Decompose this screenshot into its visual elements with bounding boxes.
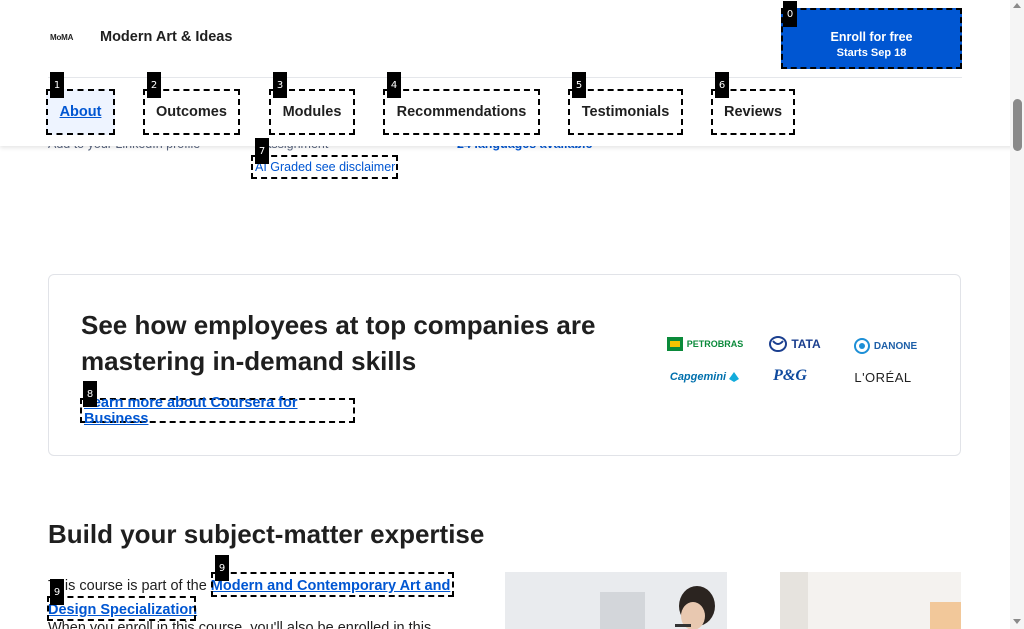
moma-logo: MoMA <box>50 33 74 42</box>
course-title: Modern Art & Ideas <box>100 29 233 45</box>
danone-logo-text: DANONE <box>873 340 918 352</box>
enroll-note-text: When you enroll in this course, you'll a… <box>48 620 432 629</box>
loreal-logo: L'ORÉAL <box>838 366 928 388</box>
course-page: Add to your LinkedIn profile 1 assignmen… <box>0 0 1024 629</box>
danone-mark-icon <box>853 338 870 354</box>
marker-badge-8: 8 <box>83 381 97 407</box>
enroll-button-label: Enroll for free <box>830 30 913 44</box>
marker-badge-9b: 9 <box>50 579 64 605</box>
secondary-photo-image <box>780 572 961 629</box>
tab-outcomes-label: Outcomes <box>156 104 227 120</box>
capgemini-spade-icon <box>729 372 740 382</box>
tab-about-label: About <box>59 104 102 120</box>
danone-logo: DANONE <box>840 335 930 357</box>
marker-badge-2: 2 <box>147 72 161 98</box>
specialization-intro: This course is part of the <box>48 578 211 594</box>
tata-logo: TATA <box>750 333 840 355</box>
scroll-up-arrow-icon[interactable] <box>1013 3 1021 8</box>
marker-badge-5: 5 <box>572 72 586 98</box>
ai-graded-disclaimer-link[interactable]: AI Graded see disclaimer <box>251 155 398 179</box>
tab-recommendations-label: Recommendations <box>396 104 527 120</box>
capgemini-logo-text: Capgemini <box>669 371 727 383</box>
scrollbar-thumb[interactable] <box>1013 99 1022 151</box>
marker-badge-4: 4 <box>387 72 401 98</box>
capgemini-logo: Capgemini <box>660 366 750 388</box>
petrobras-logo-text: PETROBRAS <box>686 339 744 349</box>
marker-badge-9a: 9 <box>215 555 229 581</box>
marker-badge-3: 3 <box>273 72 287 98</box>
enroll-start-date: Starts Sep 18 <box>836 47 907 59</box>
page-scrollbar[interactable] <box>1010 0 1024 629</box>
business-link-label: Learn more about Coursera for Business <box>84 394 298 427</box>
pg-logo-text: P&G <box>773 367 807 384</box>
specialization-link-outline-2 <box>47 596 196 621</box>
tab-recommendations[interactable]: Recommendations <box>383 89 540 135</box>
header-divider <box>48 77 962 78</box>
learner-photo <box>505 572 727 629</box>
tab-modules-label: Modules <box>282 104 342 120</box>
tata-mark-icon <box>769 336 788 352</box>
marker-badge-1: 1 <box>50 72 64 98</box>
coursera-for-business-link[interactable]: Learn more about Coursera for Business <box>80 395 355 427</box>
tata-logo-text: TATA <box>791 337 821 351</box>
enroll-button[interactable]: Enroll for free Starts Sep 18 <box>781 8 962 69</box>
companies-heading: See how employees at top companies are m… <box>81 310 596 376</box>
specialization-link-outline-1 <box>211 572 454 597</box>
marker-badge-0: 0 <box>783 1 797 27</box>
ai-graded-label: AI Graded see disclaimer <box>255 160 396 174</box>
tab-reviews-label: Reviews <box>723 104 783 120</box>
scroll-down-arrow-icon[interactable] <box>1013 619 1021 624</box>
petrobras-mark-icon <box>666 337 683 351</box>
petrobras-logo: PETROBRAS <box>660 333 750 355</box>
sticky-header: MoMA Modern Art & Ideas Enroll for free … <box>0 0 1024 146</box>
tab-testimonials-label: Testimonials <box>581 104 670 120</box>
marker-badge-6: 6 <box>715 72 729 98</box>
loreal-logo-text: L'ORÉAL <box>854 369 912 385</box>
learner-photo-image <box>505 572 727 629</box>
expertise-heading: Build your subject-matter expertise <box>48 519 485 549</box>
marker-badge-7: 7 <box>255 138 269 164</box>
pg-logo: P&G <box>745 365 835 387</box>
secondary-photo <box>780 572 961 629</box>
